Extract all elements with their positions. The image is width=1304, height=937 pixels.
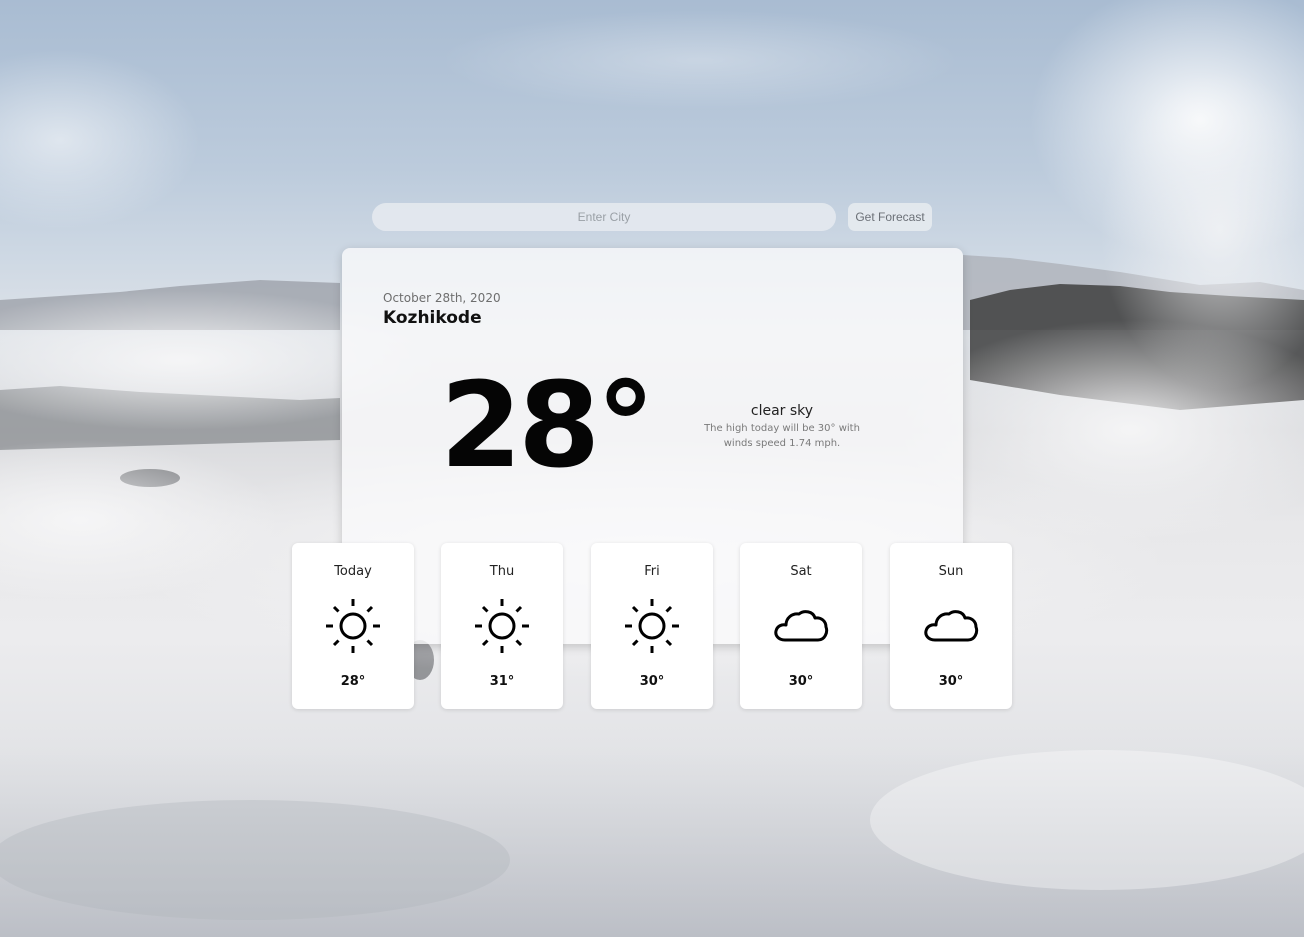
city-name: Kozhikode xyxy=(383,308,482,328)
sun-icon xyxy=(624,598,680,654)
forecast-card-fri: Fri 30° xyxy=(591,543,713,709)
forecast-day-label: Today xyxy=(334,564,372,579)
forecast-card-thu: Thu 31° xyxy=(441,543,563,709)
summary-line-1: The high today will be 30° with xyxy=(704,423,860,434)
forecast-card-today: Today 28° xyxy=(292,543,414,709)
search-bar: Get Forecast xyxy=(372,203,932,231)
summary-line-2: winds speed 1.74 mph. xyxy=(723,438,841,449)
forecast-day-label: Fri xyxy=(644,564,660,579)
condition-text: clear sky xyxy=(750,403,814,419)
forecast-temperature: 28° xyxy=(340,674,366,689)
forecast-day-label: Thu xyxy=(489,564,515,579)
cloud-icon xyxy=(923,598,979,654)
forecast-summary: The high today will be 30° with winds sp… xyxy=(702,421,862,451)
cloud-icon xyxy=(773,598,829,654)
sun-icon xyxy=(325,598,381,654)
forecast-temperature: 31° xyxy=(489,674,515,689)
city-search-input[interactable] xyxy=(372,203,836,231)
sun-icon xyxy=(474,598,530,654)
forecast-day-label: Sun xyxy=(938,564,964,579)
forecast-temperature: 30° xyxy=(788,674,814,689)
forecast-day-label: Sat xyxy=(790,564,812,579)
current-date: October 28th, 2020 xyxy=(383,291,501,305)
weather-description: clear sky The high today will be 30° wit… xyxy=(702,403,862,451)
forecast-temperature: 30° xyxy=(938,674,964,689)
forecast-card-sat: Sat 30° xyxy=(740,543,862,709)
forecast-temperature: 30° xyxy=(639,674,665,689)
forecast-card-sun: Sun 30° xyxy=(890,543,1012,709)
current-temperature: 28° xyxy=(440,356,655,494)
get-forecast-button[interactable]: Get Forecast xyxy=(848,203,932,231)
